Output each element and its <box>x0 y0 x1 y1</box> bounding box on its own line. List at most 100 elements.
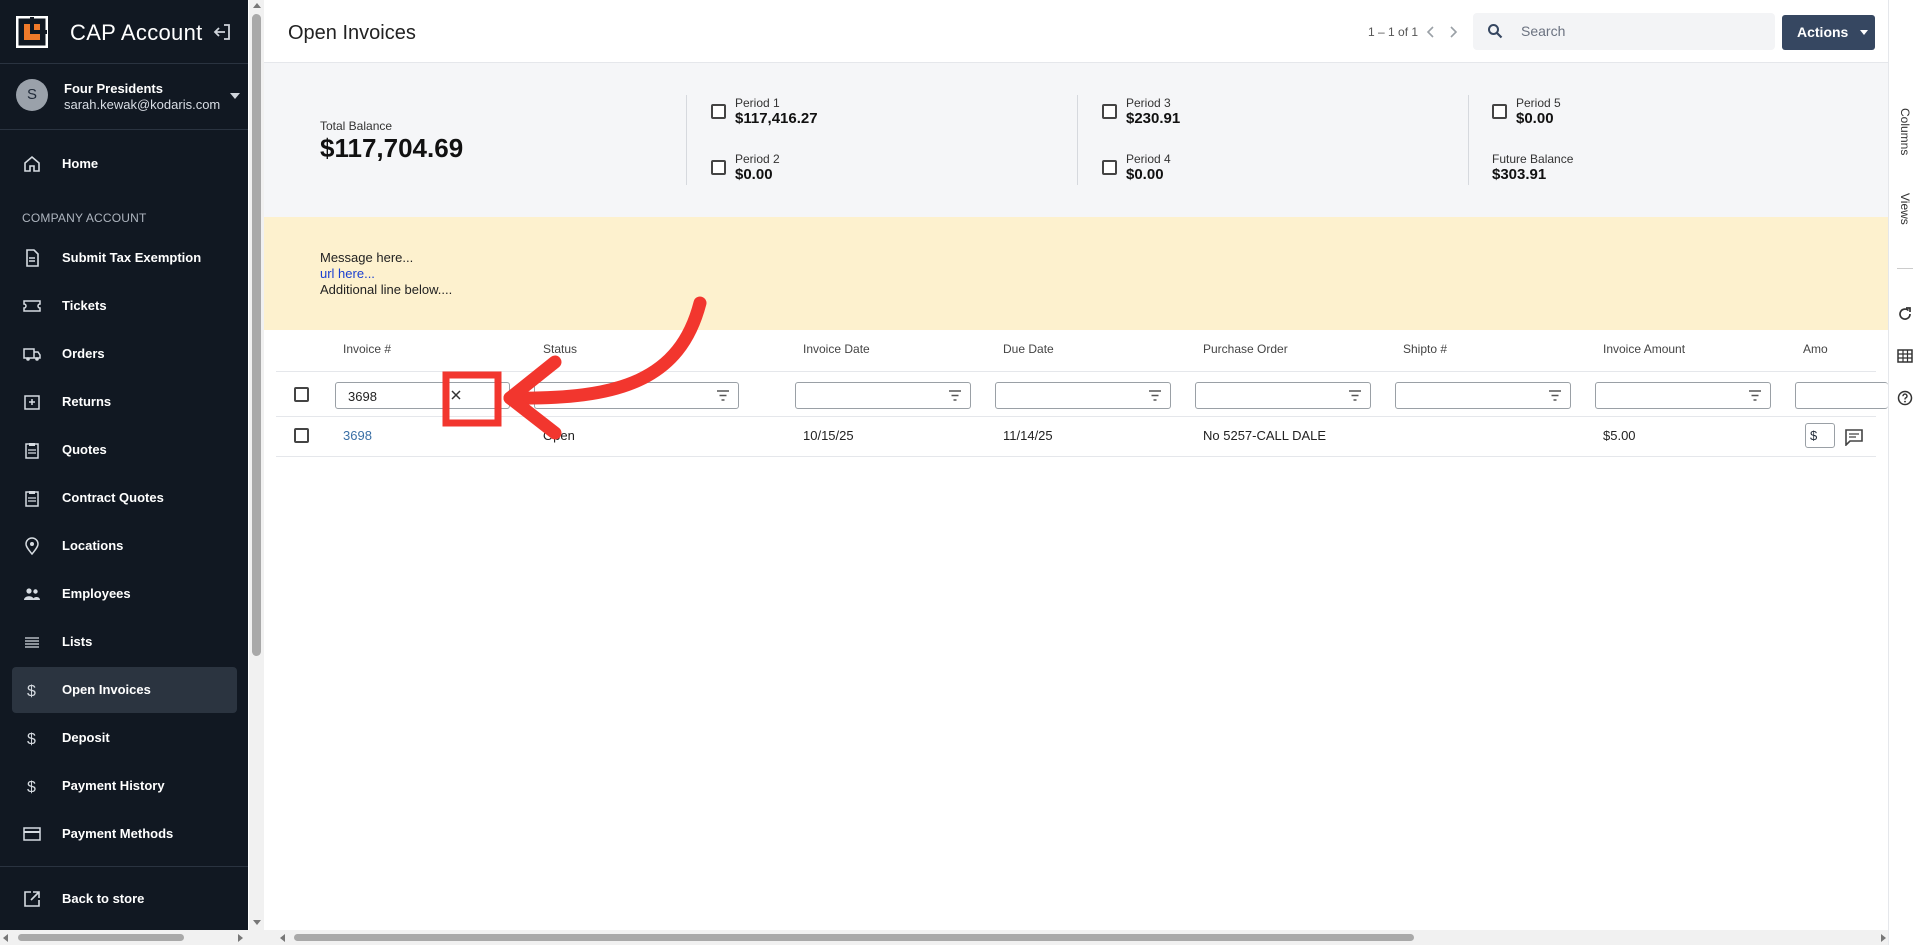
invoice-date-filter-input[interactable] <box>795 382 971 409</box>
divider <box>276 371 1876 372</box>
filter-icon[interactable] <box>948 389 962 402</box>
scroll-left-icon[interactable] <box>280 934 285 942</box>
help-icon[interactable] <box>1897 390 1913 406</box>
status-cell: Open <box>543 428 575 443</box>
sidebar-item-tickets[interactable]: Tickets <box>12 283 237 329</box>
logout-icon[interactable] <box>212 22 232 42</box>
user-email: sarah.kewak@kodaris.com <box>64 97 221 112</box>
scroll-right-icon[interactable] <box>1881 934 1886 942</box>
invoice-date-cell: 10/15/25 <box>803 428 854 443</box>
filter-icon[interactable] <box>1548 389 1562 402</box>
filter-icon[interactable] <box>1348 389 1362 402</box>
sidebar-scrollbar[interactable] <box>249 0 264 945</box>
sidebar-item-returns[interactable]: Returns <box>12 379 237 425</box>
column-header-invoice-amount[interactable]: Invoice Amount <box>1603 342 1685 356</box>
sidebar-item-back-to-store[interactable]: Back to store <box>12 876 237 922</box>
side-panel-rail: Columns Views <box>1888 0 1920 945</box>
views-panel-tab[interactable]: Views <box>1898 193 1912 225</box>
shipto-filter-input[interactable] <box>1395 382 1571 409</box>
row-checkbox[interactable] <box>294 428 309 443</box>
filter-icon[interactable] <box>1748 389 1762 402</box>
scrollbar-thumb[interactable] <box>18 934 184 941</box>
scroll-right-icon[interactable] <box>238 934 243 942</box>
sidebar-item-quotes[interactable]: Quotes <box>12 427 237 473</box>
period3-checkbox[interactable] <box>1102 104 1117 119</box>
invoice-link[interactable]: 3698 <box>343 428 372 443</box>
sidebar-item-deposit[interactable]: $ Deposit <box>12 715 237 761</box>
period1-value: $117,416.27 <box>735 110 818 127</box>
sidebar-item-contract-quotes[interactable]: Contract Quotes <box>12 475 237 521</box>
page-title: Open Invoices <box>288 22 416 44</box>
scroll-down-icon[interactable] <box>253 920 261 925</box>
sidebar-item-payment-history[interactable]: $ Payment History <box>12 763 237 809</box>
filter-icon[interactable] <box>716 389 730 402</box>
ticket-icon <box>23 300 41 312</box>
pagination-text: 1 – 1 of 1 <box>1368 25 1419 39</box>
total-balance-label: Total Balance <box>320 119 393 133</box>
comment-icon[interactable] <box>1845 429 1863 446</box>
sidebar-item-label: Returns <box>62 394 112 409</box>
sidebar-item-lists[interactable]: Lists <box>12 619 237 665</box>
chevron-down-icon <box>1860 30 1868 35</box>
chevron-right-icon[interactable] <box>1446 24 1460 40</box>
balance-summary: Total Balance $117,704.69 Period 1 $117,… <box>264 63 1888 217</box>
payment-amount-input[interactable]: $ <box>1805 423 1835 448</box>
scrollbar-thumb[interactable] <box>294 934 1414 941</box>
due-date-cell: 11/14/25 <box>1003 428 1053 443</box>
search-input[interactable]: Search <box>1473 13 1775 50</box>
scroll-up-icon[interactable] <box>253 3 261 8</box>
column-header-due-date[interactable]: Due Date <box>1003 342 1054 356</box>
external-link-icon <box>24 891 40 907</box>
invoice-amount-filter-input[interactable] <box>1595 382 1771 409</box>
refresh-icon[interactable] <box>1897 306 1913 322</box>
sidebar-item-locations[interactable]: Locations <box>12 523 237 569</box>
column-header-status[interactable]: Status <box>543 342 577 356</box>
due-date-filter-input[interactable] <box>995 382 1171 409</box>
select-all-checkbox[interactable] <box>294 387 309 402</box>
period4-checkbox[interactable] <box>1102 160 1117 175</box>
divider <box>276 416 1876 417</box>
period5-checkbox[interactable] <box>1492 104 1507 119</box>
dollar-icon: $ <box>27 779 36 795</box>
sidebar-item-label: Locations <box>62 538 124 553</box>
actions-button[interactable]: Actions <box>1782 15 1875 50</box>
invoice-filter-input[interactable]: 3698 <box>335 382 510 409</box>
period2-checkbox[interactable] <box>711 160 726 175</box>
column-header-shipto[interactable]: Shipto # <box>1403 342 1447 356</box>
sidebar-horizontal-scrollbar[interactable] <box>0 930 264 945</box>
kodaris-logo-icon[interactable] <box>16 16 48 48</box>
user-switcher[interactable]: S Four Presidents sarah.kewak@kodaris.co… <box>0 64 248 130</box>
chevron-left-icon[interactable] <box>1424 24 1438 40</box>
column-header-amount[interactable]: Amo <box>1803 342 1828 356</box>
table-horizontal-scrollbar[interactable] <box>264 930 1888 945</box>
sidebar-item-orders[interactable]: Orders <box>12 331 237 377</box>
home-icon <box>24 155 40 172</box>
sidebar-item-label: Payment History <box>62 778 165 793</box>
search-icon <box>1488 24 1503 39</box>
column-header-purchase-order[interactable]: Purchase Order <box>1203 342 1288 356</box>
sidebar-item-home[interactable]: Home <box>12 141 237 187</box>
column-header-invoice-date[interactable]: Invoice Date <box>803 342 870 356</box>
sidebar-item-open-invoices[interactable]: $ Open Invoices <box>12 667 237 713</box>
close-icon[interactable] <box>449 388 463 402</box>
sidebar-item-payment-methods[interactable]: Payment Methods <box>12 811 237 857</box>
purchase-order-filter-input[interactable] <box>1195 382 1371 409</box>
period4-label: Period 4 <box>1126 152 1171 166</box>
period1-checkbox[interactable] <box>711 104 726 119</box>
columns-panel-tab[interactable]: Columns <box>1898 108 1912 155</box>
sidebar-item-submit-tax-exemption[interactable]: Submit Tax Exemption <box>12 235 237 281</box>
filter-icon[interactable] <box>1148 389 1162 402</box>
list-icon <box>25 637 39 648</box>
scroll-left-icon[interactable] <box>3 934 8 942</box>
amount-filter-input[interactable] <box>1795 382 1888 409</box>
column-header-invoice[interactable]: Invoice # <box>343 342 391 356</box>
sidebar-item-employees[interactable]: Employees <box>12 571 237 617</box>
chevron-down-icon[interactable] <box>230 93 240 99</box>
svg-text:$: $ <box>27 683 36 699</box>
status-filter-input[interactable] <box>534 382 739 409</box>
period3-value: $230.91 <box>1126 110 1181 127</box>
divider <box>1468 95 1469 185</box>
table-grid-icon[interactable] <box>1897 348 1913 364</box>
banner-link[interactable]: url here... <box>320 266 375 281</box>
scrollbar-thumb[interactable] <box>252 14 261 656</box>
